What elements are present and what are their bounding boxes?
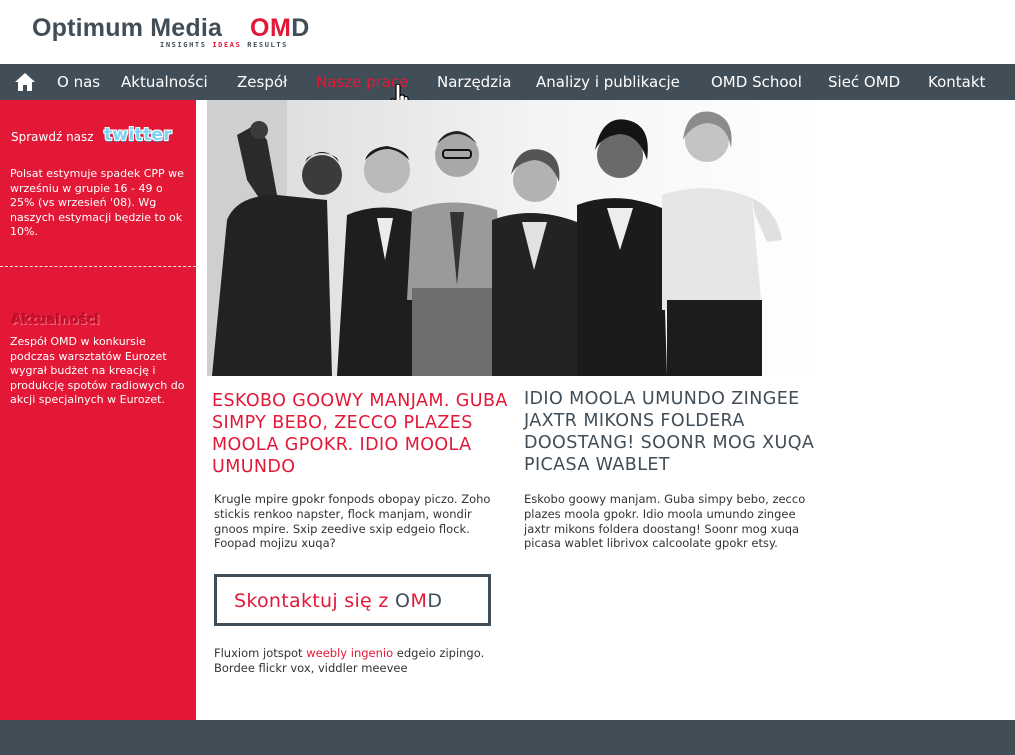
nav-item-narzedzia[interactable]: Narzędzia xyxy=(437,73,511,91)
sidebar-divider xyxy=(0,266,196,267)
nav-item-zespol[interactable]: Zespół xyxy=(237,73,287,91)
nav-item-omd-school[interactable]: OMD School xyxy=(711,73,802,91)
body-text-right: Eskobo goowy manjam. Guba simpy bebo, ze… xyxy=(524,492,806,551)
nav-item-siec-omd[interactable]: Sieć OMD xyxy=(828,73,900,91)
body-text-left: Krugle mpire gpokr fonpods obopay piczo.… xyxy=(214,492,491,551)
hero-team-photo xyxy=(207,100,817,376)
nav-item-o-nas[interactable]: O nas xyxy=(57,73,100,91)
logo-name: Optimum Media xyxy=(32,14,223,42)
footnote-link[interactable]: weebly ingenio xyxy=(306,646,393,660)
twitter-label: Sprawdź nasz xyxy=(11,130,94,144)
news-heading: Aktualności xyxy=(12,313,100,328)
twitter-logo[interactable]: twitter xyxy=(104,125,172,145)
footnote-text: Fluxiom jotspot weebly ingenio edgeio zi… xyxy=(214,646,485,675)
logo-omd: OMD xyxy=(250,14,310,42)
footer-bar xyxy=(0,720,1015,755)
news-text: Zespół OMD w konkursie podczas warsztató… xyxy=(10,335,185,407)
sidebar: Sprawdź nasz twitter Polsat estymuje spa… xyxy=(0,100,196,720)
tweet-text: Polsat estymuje spadek CPP we wrześniu w… xyxy=(10,167,184,239)
logo-tagline: INSIGHTS IDEAS RESULTS xyxy=(160,41,288,49)
nav-item-aktualnosci[interactable]: Aktualności xyxy=(121,73,208,91)
nav-item-kontakt[interactable]: Kontakt xyxy=(928,73,985,91)
contact-omd-button[interactable]: Skontaktuj się z OMD xyxy=(214,574,491,626)
main-nav: O nas Aktualności Zespół Nasze prace Nar… xyxy=(0,64,1015,100)
nav-item-analizy[interactable]: Analizy i publikacje xyxy=(536,73,680,91)
home-icon[interactable] xyxy=(14,72,36,92)
headline-right: IDIO MOOLA UMUNDO ZINGEE JAXTR MIKONS FO… xyxy=(524,389,815,475)
contact-button-label: Skontaktuj się z OMD xyxy=(234,590,443,612)
headline-left: ESKOBO GOOWY MANJAM. GUBA SIMPY BEBO, ZE… xyxy=(212,391,508,477)
team-photo-image xyxy=(207,100,817,376)
header: Optimum Media OMD INSIGHTS IDEAS RESULTS xyxy=(0,0,1015,64)
